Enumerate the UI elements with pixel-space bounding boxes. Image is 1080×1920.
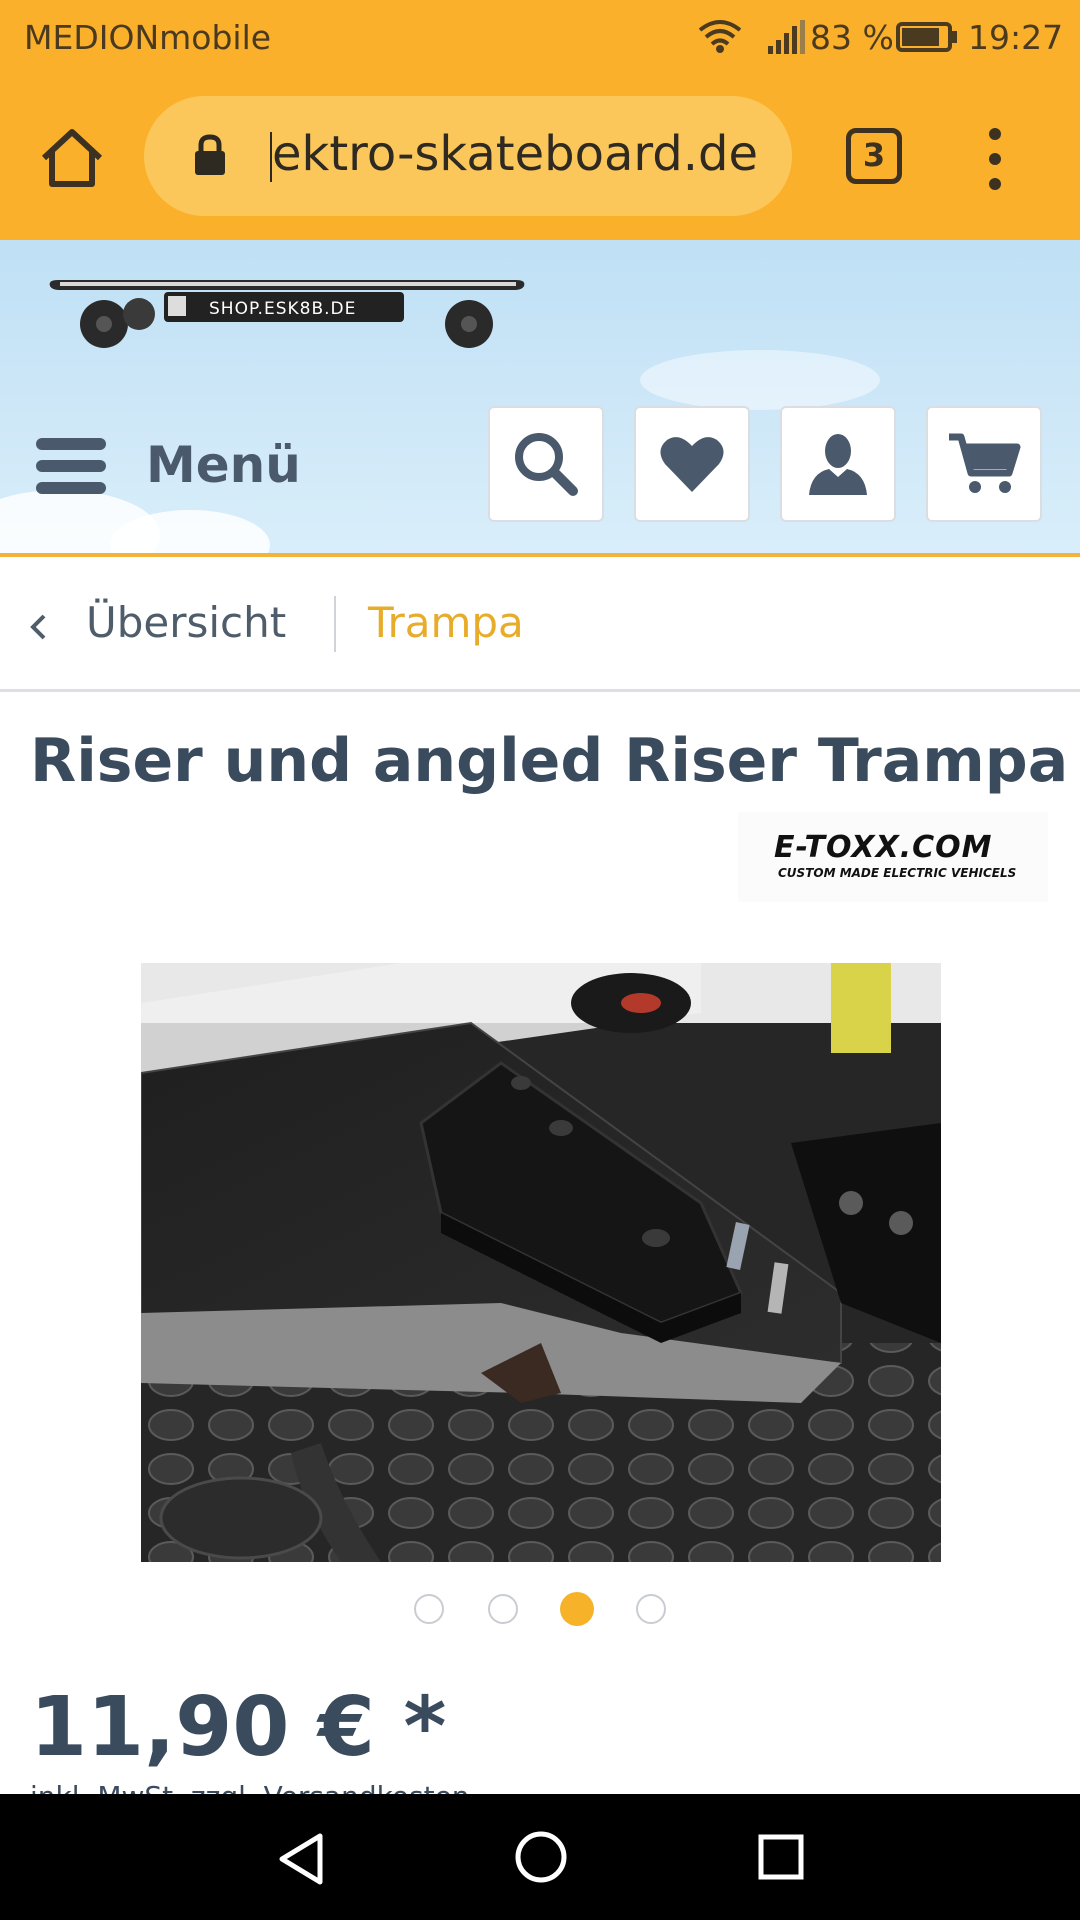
back-icon[interactable]: [276, 1832, 326, 1886]
battery-icon: [896, 22, 957, 52]
search-icon: [515, 433, 578, 496]
brand-tagline: CUSTOM MADE ELECTRIC VEHICELS: [778, 866, 1017, 880]
clock: 19:27: [968, 18, 1064, 57]
home-circle-icon[interactable]: [514, 1830, 568, 1884]
search-button[interactable]: [488, 406, 604, 522]
breadcrumb-back-link[interactable]: Übersicht: [86, 598, 286, 647]
shop-logo[interactable]: SHOP.ESK8B.DE: [44, 276, 530, 360]
heart-icon: [660, 437, 724, 492]
lock-icon: [195, 134, 225, 175]
breadcrumb-divider-line: [0, 689, 1080, 692]
carousel-dot[interactable]: [414, 1594, 444, 1624]
menu-button[interactable]: Menü: [36, 432, 301, 502]
wifi-icon: [698, 20, 742, 53]
product-title: Riser und angled Riser Trampa: [30, 726, 1069, 796]
product-price: 11,90 € *: [30, 1680, 447, 1775]
recents-icon[interactable]: [758, 1834, 804, 1880]
url-text[interactable]: ektro-skateboard.de: [272, 126, 758, 182]
carousel-dot-active[interactable]: [560, 1592, 594, 1626]
logo-text: SHOP.ESK8B.DE: [209, 299, 356, 319]
carousel-dot[interactable]: [488, 1594, 518, 1624]
account-button[interactable]: [780, 406, 896, 522]
hamburger-icon: [36, 438, 106, 494]
brand-name: E-TOXX.COM: [774, 830, 993, 865]
breadcrumb-divider: [334, 596, 336, 652]
menu-label: Menü: [146, 436, 301, 494]
chevron-left-icon[interactable]: [28, 612, 48, 642]
brand-logo[interactable]: E-TOXX.COM CUSTOM MADE ELECTRIC VEHICELS: [738, 812, 1048, 902]
price-note: inkl. MwSt. zzgl. Versandkosten: [30, 1780, 470, 1794]
signal-icon: [768, 20, 805, 54]
home-icon[interactable]: [36, 122, 108, 194]
carousel-dot[interactable]: [636, 1594, 666, 1624]
wishlist-button[interactable]: [634, 406, 750, 522]
battery-percent: 83 %: [810, 18, 894, 57]
product-image[interactable]: [141, 963, 941, 1562]
cart-button[interactable]: [926, 406, 1042, 522]
user-icon: [809, 434, 867, 495]
tab-switcher-button[interactable]: 3: [846, 128, 902, 184]
breadcrumb-current-category[interactable]: Trampa: [368, 598, 524, 647]
carrier-name: MEDIONmobile: [24, 18, 272, 57]
more-vert-icon[interactable]: [982, 126, 1008, 192]
cart-icon: [949, 433, 1021, 493]
